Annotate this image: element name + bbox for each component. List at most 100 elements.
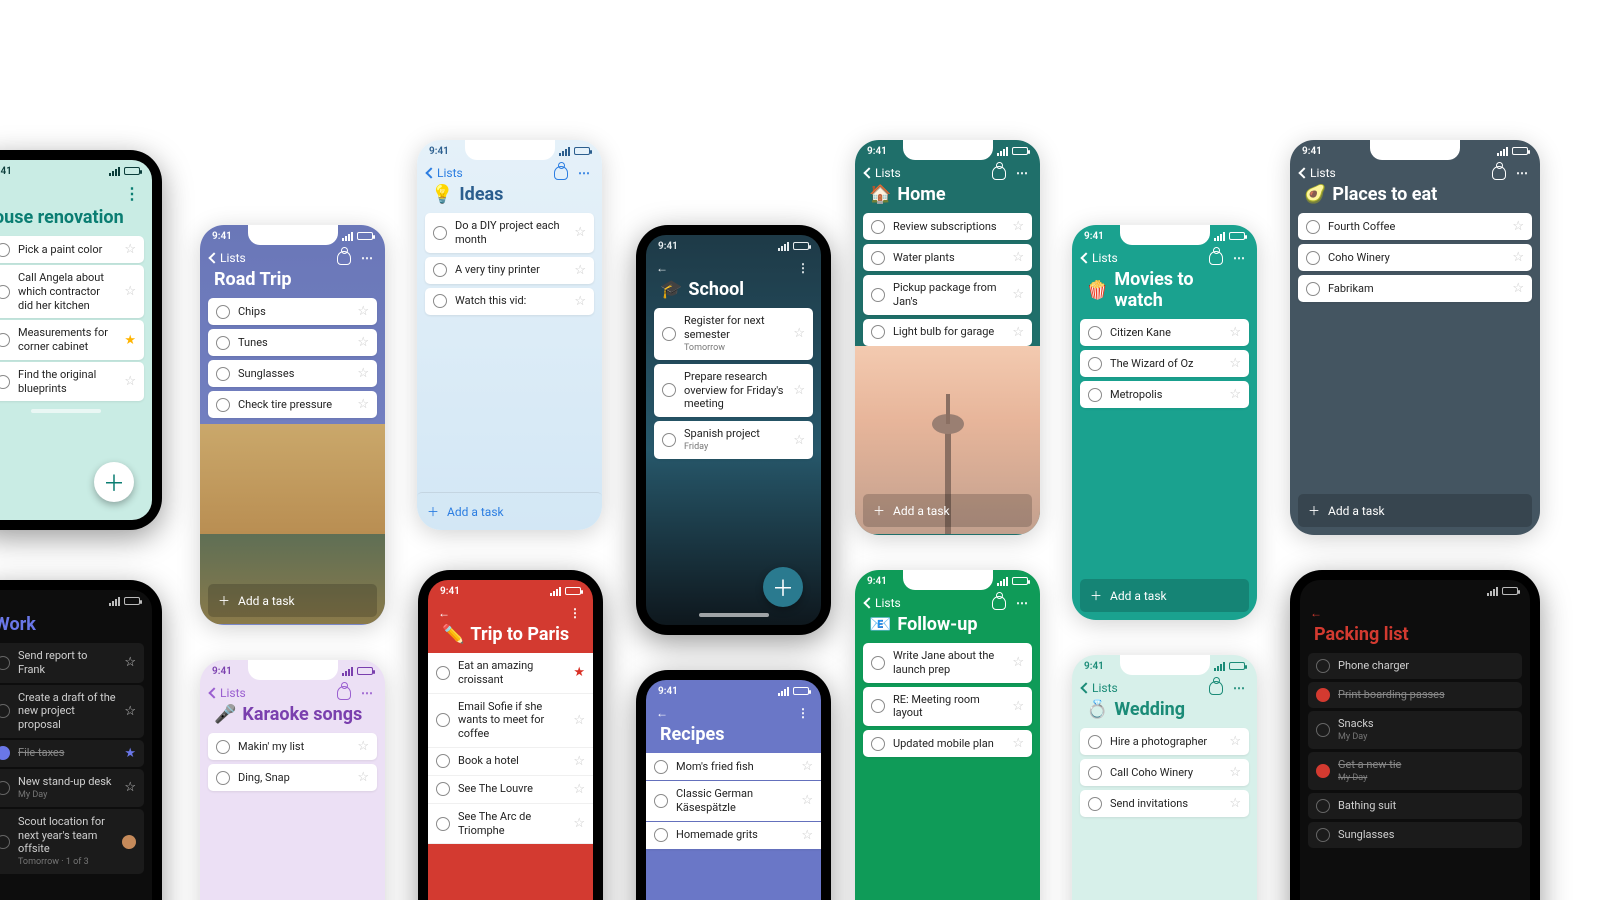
checkbox-icon[interactable] — [0, 375, 10, 389]
more-icon[interactable]: ⋯ — [1016, 166, 1030, 180]
star-icon[interactable]: ☆ — [1229, 356, 1241, 371]
back-button[interactable]: ← — [656, 706, 668, 720]
star-icon[interactable]: ☆ — [1229, 765, 1241, 780]
add-task-bar[interactable]: ＋Add a task — [208, 584, 377, 617]
star-icon[interactable]: ☆ — [1512, 281, 1524, 296]
task-row[interactable]: Hire a photographer☆ — [1080, 728, 1249, 755]
star-icon[interactable]: ☆ — [1012, 699, 1024, 714]
back-button[interactable]: Lists — [1082, 251, 1118, 265]
checkbox-icon[interactable] — [436, 817, 450, 831]
checkbox-icon[interactable] — [654, 828, 668, 842]
more-icon[interactable]: ⋮ — [569, 606, 583, 620]
star-icon[interactable]: ☆ — [1229, 387, 1241, 402]
task-row[interactable]: Book a hotel☆ — [428, 748, 593, 776]
more-menu[interactable]: ⋮ — [0, 182, 152, 205]
checkbox-icon[interactable] — [662, 383, 676, 397]
star-icon[interactable]: ☆ — [1512, 219, 1524, 234]
checkbox-icon[interactable] — [1316, 659, 1330, 673]
checkbox-icon[interactable] — [436, 666, 450, 680]
task-row[interactable]: Review subscriptions☆ — [863, 213, 1032, 240]
task-row[interactable]: Send report to Frank☆ — [0, 643, 144, 683]
star-icon[interactable]: ☆ — [1012, 250, 1024, 265]
share-icon[interactable] — [992, 166, 1006, 180]
checkbox-icon[interactable] — [1306, 282, 1320, 296]
checkbox-icon[interactable] — [0, 781, 10, 795]
star-icon[interactable]: ☆ — [573, 754, 585, 769]
star-icon[interactable]: ☆ — [1229, 734, 1241, 749]
share-icon[interactable] — [1209, 681, 1223, 695]
star-icon[interactable]: ☆ — [573, 713, 585, 728]
share-icon[interactable] — [1492, 166, 1506, 180]
star-icon[interactable]: ☆ — [793, 383, 805, 398]
checkbox-icon[interactable] — [0, 704, 10, 718]
checkbox-icon[interactable] — [216, 740, 230, 754]
star-icon[interactable]: ☆ — [124, 704, 136, 719]
checkbox-icon[interactable] — [433, 263, 447, 277]
back-button[interactable]: Lists — [1082, 681, 1118, 695]
star-icon[interactable]: ☆ — [357, 739, 369, 754]
star-icon[interactable]: ☆ — [574, 263, 586, 278]
back-button[interactable]: ← — [656, 261, 668, 275]
add-task-bar[interactable]: ＋Add a task — [1298, 494, 1532, 527]
checkbox-icon[interactable] — [216, 771, 230, 785]
checkbox-icon[interactable] — [871, 325, 885, 339]
more-icon[interactable]: ⋮ — [797, 706, 811, 720]
star-icon[interactable]: ☆ — [124, 284, 136, 299]
checkbox-icon[interactable] — [216, 398, 230, 412]
checkbox-icon[interactable] — [1088, 326, 1102, 340]
back-button[interactable]: Lists — [210, 686, 246, 700]
add-task-bar[interactable]: ＋Add a task — [863, 494, 1032, 527]
task-row[interactable]: Sunglasses — [1308, 822, 1522, 848]
checkbox-icon[interactable] — [1316, 828, 1330, 842]
star-icon[interactable]: ☆ — [793, 326, 805, 341]
add-fab[interactable]: ＋ — [94, 462, 134, 502]
checkbox-icon[interactable] — [871, 737, 885, 751]
task-row[interactable]: Send invitations☆ — [1080, 790, 1249, 817]
checkbox-icon[interactable] — [436, 754, 450, 768]
task-row[interactable]: Pick a paint color☆ — [0, 236, 144, 263]
task-row[interactable]: Eat an amazing croissant★ — [428, 653, 593, 694]
star-icon[interactable]: ☆ — [793, 433, 805, 448]
star-icon[interactable]: ☆ — [357, 366, 369, 381]
star-icon[interactable]: ☆ — [357, 304, 369, 319]
checkbox-icon[interactable] — [0, 285, 10, 299]
star-icon[interactable]: ☆ — [1012, 655, 1024, 670]
star-icon[interactable]: ☆ — [124, 374, 136, 389]
back-button[interactable]: ← — [1310, 606, 1322, 620]
star-icon[interactable]: ★ — [124, 333, 136, 348]
star-icon[interactable]: ☆ — [574, 225, 586, 240]
task-row[interactable]: Register for next semesterTomorrow☆ — [654, 308, 813, 360]
task-row[interactable]: Watch this vid:☆ — [425, 288, 594, 315]
add-task-bar[interactable]: ＋Add a task — [417, 492, 602, 530]
task-row[interactable]: See The Arc de Triomphe☆ — [428, 804, 593, 845]
checkbox-icon[interactable] — [871, 656, 885, 670]
task-row[interactable]: Print boarding passes — [1308, 682, 1522, 708]
checkbox-icon[interactable] — [1088, 766, 1102, 780]
task-row[interactable]: Prepare research overview for Friday's m… — [654, 364, 813, 417]
more-icon[interactable]: ⋯ — [1516, 166, 1530, 180]
star-icon[interactable]: ☆ — [124, 655, 136, 670]
task-row[interactable]: Sunglasses☆ — [208, 360, 377, 387]
checkbox-icon[interactable] — [1306, 220, 1320, 234]
star-icon[interactable]: ☆ — [1012, 736, 1024, 751]
star-icon[interactable]: ☆ — [357, 335, 369, 350]
task-row[interactable]: Classic German Käsespätzle☆ — [646, 781, 821, 821]
checkbox-icon[interactable] — [654, 760, 668, 774]
task-row[interactable]: Bathing suit — [1308, 793, 1522, 819]
task-row[interactable]: Water plants☆ — [863, 244, 1032, 271]
checkbox-icon[interactable] — [0, 835, 10, 849]
share-icon[interactable] — [992, 596, 1006, 610]
more-icon[interactable]: ⋯ — [1016, 596, 1030, 610]
task-row[interactable]: Call Coho Winery☆ — [1080, 759, 1249, 786]
checkbox-icon[interactable] — [1316, 764, 1330, 778]
task-row[interactable]: Fourth Coffee☆ — [1298, 213, 1532, 240]
star-icon[interactable]: ☆ — [357, 770, 369, 785]
checkbox-icon[interactable] — [1316, 799, 1330, 813]
star-icon[interactable]: ★ — [573, 665, 585, 680]
task-row[interactable]: Coho Winery☆ — [1298, 244, 1532, 271]
share-icon[interactable] — [554, 166, 568, 180]
task-row[interactable]: Ding, Snap☆ — [208, 764, 377, 791]
star-icon[interactable]: ☆ — [573, 782, 585, 797]
star-icon[interactable]: ☆ — [1012, 219, 1024, 234]
star-icon[interactable]: ☆ — [573, 816, 585, 831]
